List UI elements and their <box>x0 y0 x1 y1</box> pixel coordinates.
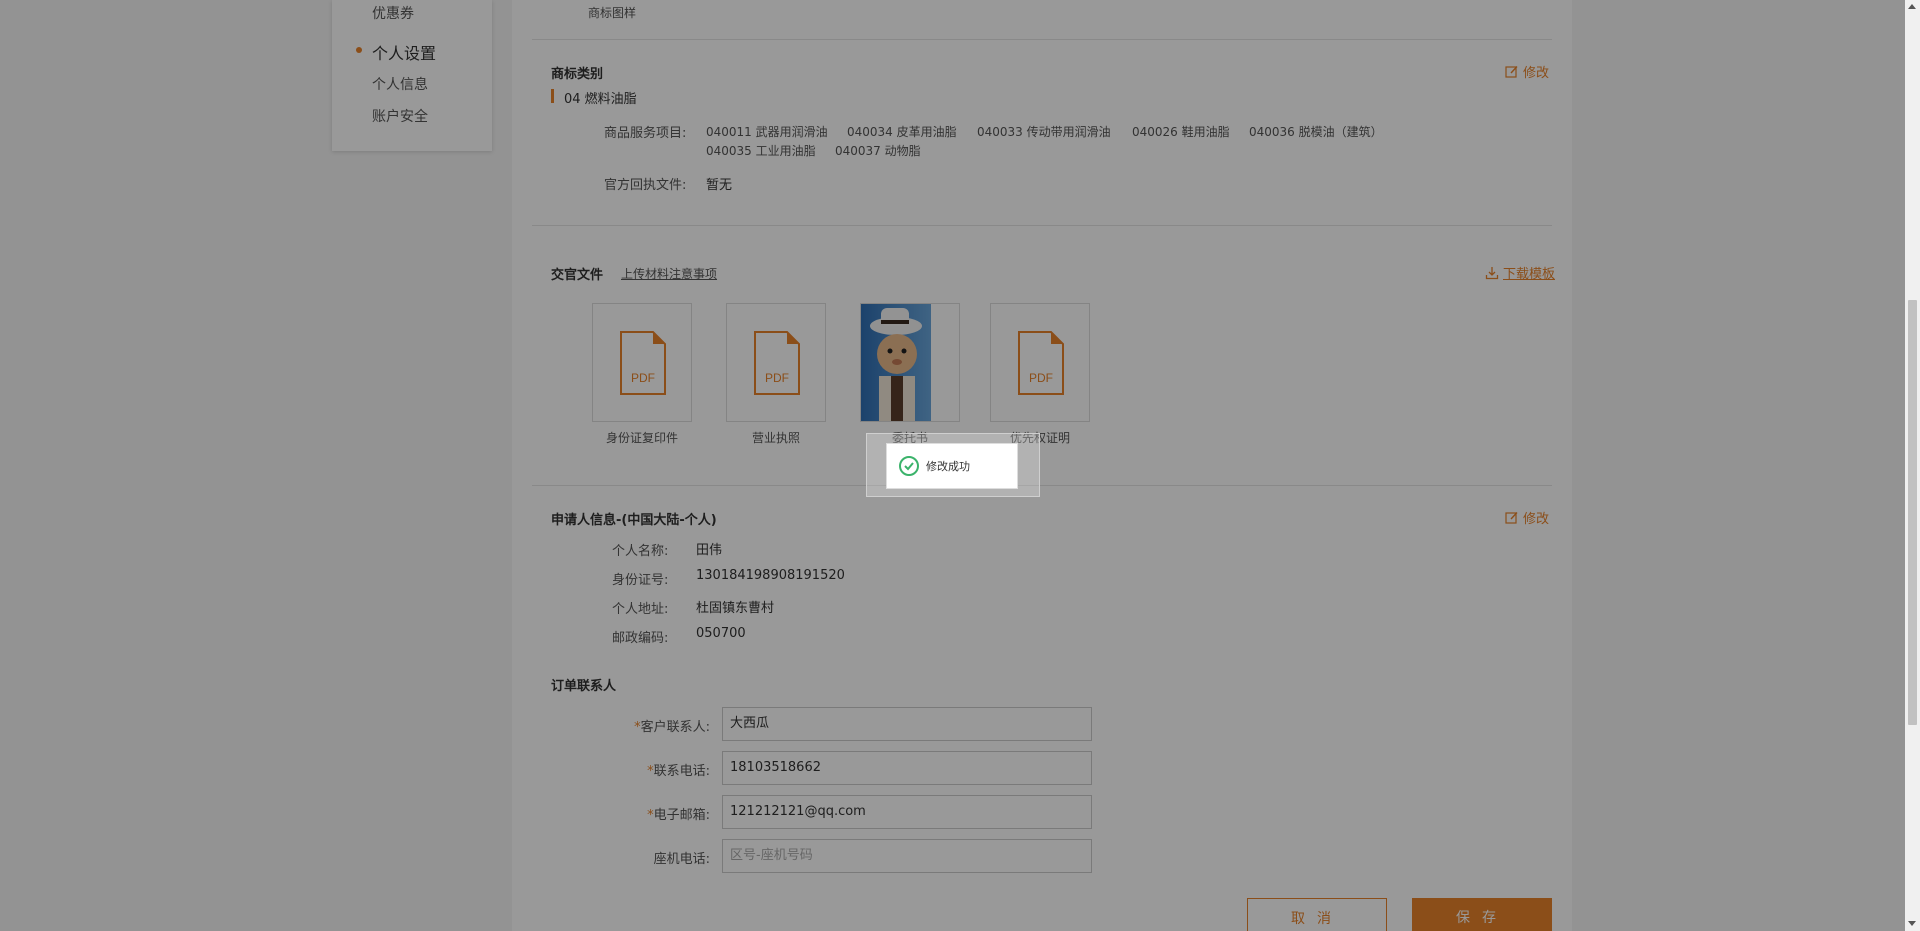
scroll-down-arrow[interactable] <box>1908 921 1916 926</box>
scroll-thumb[interactable] <box>1908 300 1917 725</box>
success-toast: 修改成功 <box>886 443 1018 489</box>
scrollbar[interactable] <box>1905 0 1920 931</box>
check-circle-icon <box>899 456 919 476</box>
toast-message: 修改成功 <box>926 460 970 473</box>
scroll-up-arrow[interactable] <box>1908 4 1916 9</box>
